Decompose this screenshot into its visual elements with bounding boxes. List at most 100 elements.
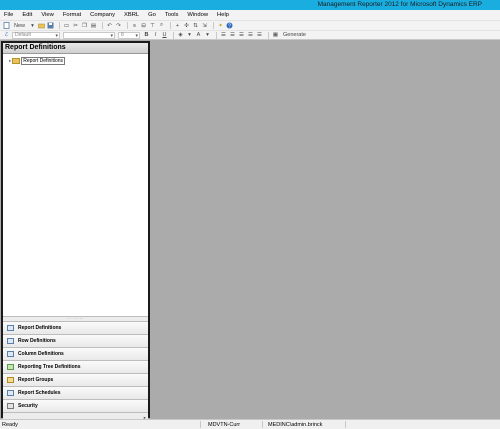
sort-icon[interactable]: ⇅ <box>192 22 199 29</box>
menu-tools[interactable]: Tools <box>165 12 179 18</box>
italic-button[interactable]: I <box>152 32 159 39</box>
new-icon[interactable] <box>3 22 10 29</box>
svg-text:?: ? <box>228 23 231 29</box>
style-select-value: Default <box>15 32 31 38</box>
menu-go[interactable]: Go <box>148 12 156 18</box>
nav-label: Report Definitions <box>18 325 62 331</box>
outdent-icon[interactable]: ☰ <box>256 32 263 39</box>
toolbar-separator <box>213 22 215 29</box>
paste-icon[interactable]: ▤ <box>90 22 97 29</box>
nav-report-definitions[interactable]: Report Definitions <box>3 322 148 335</box>
title-bar: Management Reporter 2012 for Microsoft D… <box>0 0 500 10</box>
status-ready: Ready <box>2 422 18 428</box>
security-icon <box>7 403 14 409</box>
font-select[interactable]: ▾ <box>63 31 115 39</box>
window-title: Management Reporter 2012 for Microsoft D… <box>317 1 482 8</box>
status-user: MEDINC\admin.brinck <box>268 422 323 428</box>
drilldown-icon[interactable]: ⇲ <box>201 22 208 29</box>
copy-icon[interactable]: ❐ <box>81 22 88 29</box>
format-toolbar: ℰ Default ▾ ▾ 8 ▾ B I U ◈ ▾ A ▾ ☰ ☰ ☰ ☰ … <box>0 30 500 40</box>
nav-label: Row Definitions <box>18 338 56 344</box>
status-divider <box>200 421 201 428</box>
font-size-select[interactable]: 8 ▾ <box>118 31 140 39</box>
add-icon[interactable]: + <box>174 22 181 29</box>
filter-icon[interactable]: ⊤ <box>149 22 156 29</box>
new-dropdown-icon[interactable]: ▾ <box>29 22 36 29</box>
folder-icon <box>12 58 21 64</box>
chevron-down-icon: ▾ <box>55 32 58 39</box>
nav-column-definitions[interactable]: Column Definitions <box>3 348 148 361</box>
bold-button[interactable]: B <box>143 32 150 39</box>
navigation-pane: Report Definitions ▸ Report Definitions … <box>1 41 150 423</box>
report-groups-icon <box>7 377 14 383</box>
nav-label: Report Schedules <box>18 390 61 396</box>
save-icon[interactable] <box>47 22 54 29</box>
generate-button[interactable]: Generate <box>281 32 308 39</box>
redo-icon[interactable]: ↷ <box>115 22 122 29</box>
nav-reporting-tree-definitions[interactable]: Reporting Tree Definitions <box>3 361 148 374</box>
chevron-down-icon[interactable]: ▾ <box>186 32 193 39</box>
menu-bar: File Edit View Format Company XBRL Go To… <box>0 10 500 20</box>
align-left-icon[interactable]: ☰ <box>220 32 227 39</box>
menu-edit[interactable]: Edit <box>22 12 32 18</box>
menu-help[interactable]: Help <box>217 12 229 18</box>
nav-label: Column Definitions <box>18 351 64 357</box>
tree-expander-icon[interactable]: ▸ <box>9 58 11 64</box>
menu-company[interactable]: Company <box>90 12 115 18</box>
print-icon[interactable]: ▭ <box>63 22 70 29</box>
tree-item-report-definitions[interactable]: ▸ Report Definitions <box>9 57 66 65</box>
zoom-icon[interactable]: ⌕ <box>158 22 165 29</box>
toolbar-separator <box>102 22 104 29</box>
styles-icon[interactable]: ℰ <box>3 32 10 39</box>
definitions-tree: ▸ Report Definitions <box>3 54 148 316</box>
font-color-icon[interactable]: A <box>195 32 202 39</box>
toolbar-separator <box>170 22 172 29</box>
style-select[interactable]: Default ▾ <box>12 31 60 39</box>
menu-view[interactable]: View <box>41 12 53 18</box>
align-center-icon[interactable]: ☰ <box>229 32 236 39</box>
insert-row-icon[interactable]: ≡ <box>131 22 138 29</box>
align-right-icon[interactable]: ☰ <box>238 32 245 39</box>
status-company: MDVTN-Curr <box>208 422 241 428</box>
chevron-down-icon: ▾ <box>110 32 113 39</box>
nav-row-definitions[interactable]: Row Definitions <box>3 335 148 348</box>
menu-format[interactable]: Format <box>63 12 81 18</box>
row-definitions-icon <box>7 338 14 344</box>
nav-label: Reporting Tree Definitions <box>18 364 81 370</box>
status-bar: Ready MDVTN-Curr MEDINC\admin.brinck <box>0 419 500 429</box>
nav-label: Report Groups <box>18 377 54 383</box>
chevron-down-icon: ▾ <box>135 32 138 39</box>
toolbar-separator <box>173 31 174 39</box>
delete-row-icon[interactable]: ⊟ <box>140 22 147 29</box>
column-definitions-icon <box>7 351 14 357</box>
nav-label: Security <box>18 403 38 409</box>
cut-icon[interactable]: ✂ <box>72 22 79 29</box>
report-definitions-icon <box>7 325 14 331</box>
wand-icon[interactable]: ✦ <box>217 22 224 29</box>
status-divider <box>345 421 346 428</box>
underline-button[interactable]: U <box>161 32 168 39</box>
tree-item-label: Report Definitions <box>21 57 66 65</box>
menu-xbrl[interactable]: XBRL <box>124 12 139 18</box>
help-icon[interactable]: ? <box>226 22 233 29</box>
report-schedules-icon <box>7 390 14 396</box>
status-divider <box>262 421 263 428</box>
new-button[interactable]: New <box>12 22 27 29</box>
chevron-down-icon[interactable]: ▾ <box>204 32 211 39</box>
toolbar-separator <box>127 22 129 29</box>
standard-toolbar: New ▾ ▭ ✂ ❐ ▤ ↶ ↷ ≡ ⊟ ⊤ ⌕ + ✣ ⇅ ⇲ ✦ ? <box>0 20 500 30</box>
menu-file[interactable]: File <box>4 12 13 18</box>
indent-icon[interactable]: ☰ <box>247 32 254 39</box>
menu-window[interactable]: Window <box>187 12 208 18</box>
nav-report-schedules[interactable]: Report Schedules <box>3 387 148 400</box>
open-icon[interactable] <box>38 22 45 29</box>
toolbar-separator <box>268 31 269 39</box>
move-icon[interactable]: ✣ <box>183 22 190 29</box>
nav-security[interactable]: Security <box>3 400 148 413</box>
nav-report-groups[interactable]: Report Groups <box>3 374 148 387</box>
undo-icon[interactable]: ↶ <box>106 22 113 29</box>
toolbar-separator <box>216 31 217 39</box>
toolbar-separator <box>59 22 61 29</box>
fill-color-icon[interactable]: ◈ <box>177 32 184 39</box>
generate-icon[interactable]: ▦ <box>272 32 279 39</box>
